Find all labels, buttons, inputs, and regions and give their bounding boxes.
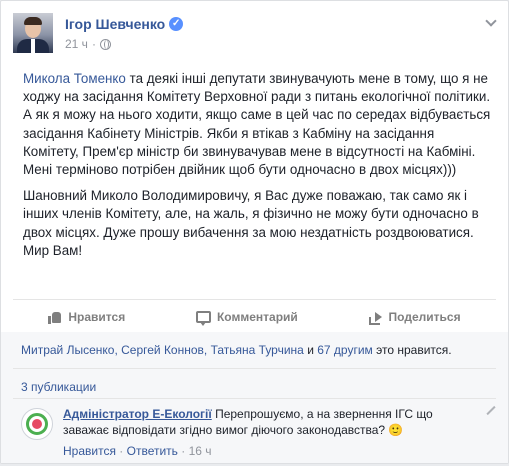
comment-button[interactable]: Комментарий (195, 310, 298, 326)
like-label: Нравится (68, 310, 126, 324)
mention-link[interactable]: Микола Томенко (23, 71, 126, 86)
post-actions: Нравится Комментарий Поделиться (13, 306, 496, 328)
feedback-section: Митрай Лысенко, Сергей Коннов, Татьяна Т… (1, 332, 508, 463)
share-button[interactable]: Поделиться (368, 310, 461, 325)
author-avatar[interactable] (13, 13, 53, 53)
commenter-avatar[interactable] (21, 408, 53, 440)
divider (13, 398, 496, 399)
like-button[interactable]: Нравится (48, 310, 125, 324)
comment-label: Комментарий (216, 310, 298, 324)
comment-reply-link[interactable]: Ответить (127, 444, 178, 458)
comment-body: Адміністратор Е-Екології Перепрошуємо, а… (63, 406, 473, 438)
post-paragraph-2: Шановний Миколо Володимировичу, я Вас ду… (23, 188, 479, 258)
comment-author[interactable]: Адміністратор Е-Екології (63, 407, 212, 421)
separator-dot: · (91, 37, 96, 51)
comment-icon (195, 311, 211, 326)
post-paragraph-1-text: та деякі інші депутати звинувачують мене… (23, 71, 491, 178)
share-icon (368, 311, 383, 325)
author-name[interactable]: Ігор Шевченко (65, 16, 165, 32)
chevron-down-icon[interactable] (486, 17, 496, 27)
shares-link[interactable]: 3 публикации (21, 380, 96, 394)
globe-icon[interactable] (99, 38, 111, 50)
post-timestamp[interactable]: 21 ч (65, 37, 88, 51)
likes-summary: Митрай Лысенко, Сергей Коннов, Татьяна Т… (21, 343, 452, 357)
share-label: Поделиться (388, 310, 461, 324)
post-body: Микола Томенко та деякі інші депутати зв… (23, 70, 493, 268)
divider (13, 368, 496, 369)
divider (13, 299, 496, 300)
post-card: Ігор Шевченко ✓ 21 ч · Микола Томенко та… (0, 0, 509, 464)
likers-others-link[interactable]: 67 другим (317, 343, 373, 357)
comment-like-link[interactable]: Нравится (63, 444, 116, 458)
post-paragraph-1: Микола Томенко та деякі інші депутати зв… (23, 70, 493, 179)
comment-timestamp[interactable]: 16 ч (189, 444, 212, 458)
thumbs-up-icon (48, 311, 62, 324)
verified-badge-icon: ✓ (169, 17, 184, 31)
edit-pencil-icon[interactable] (486, 406, 496, 416)
author-name-row: Ігор Шевченко ✓ (65, 15, 184, 33)
post-meta: 21 ч · (65, 37, 111, 51)
likers-names[interactable]: Митрай Лысенко, Сергей Коннов, Татьяна Т… (21, 343, 304, 357)
comment-actions: Нравится · Ответить · 16 ч (63, 444, 212, 458)
comment-item: Адміністратор Е-Екології Перепрошуємо, а… (21, 406, 496, 466)
post-header: Ігор Шевченко ✓ 21 ч · (13, 13, 496, 63)
